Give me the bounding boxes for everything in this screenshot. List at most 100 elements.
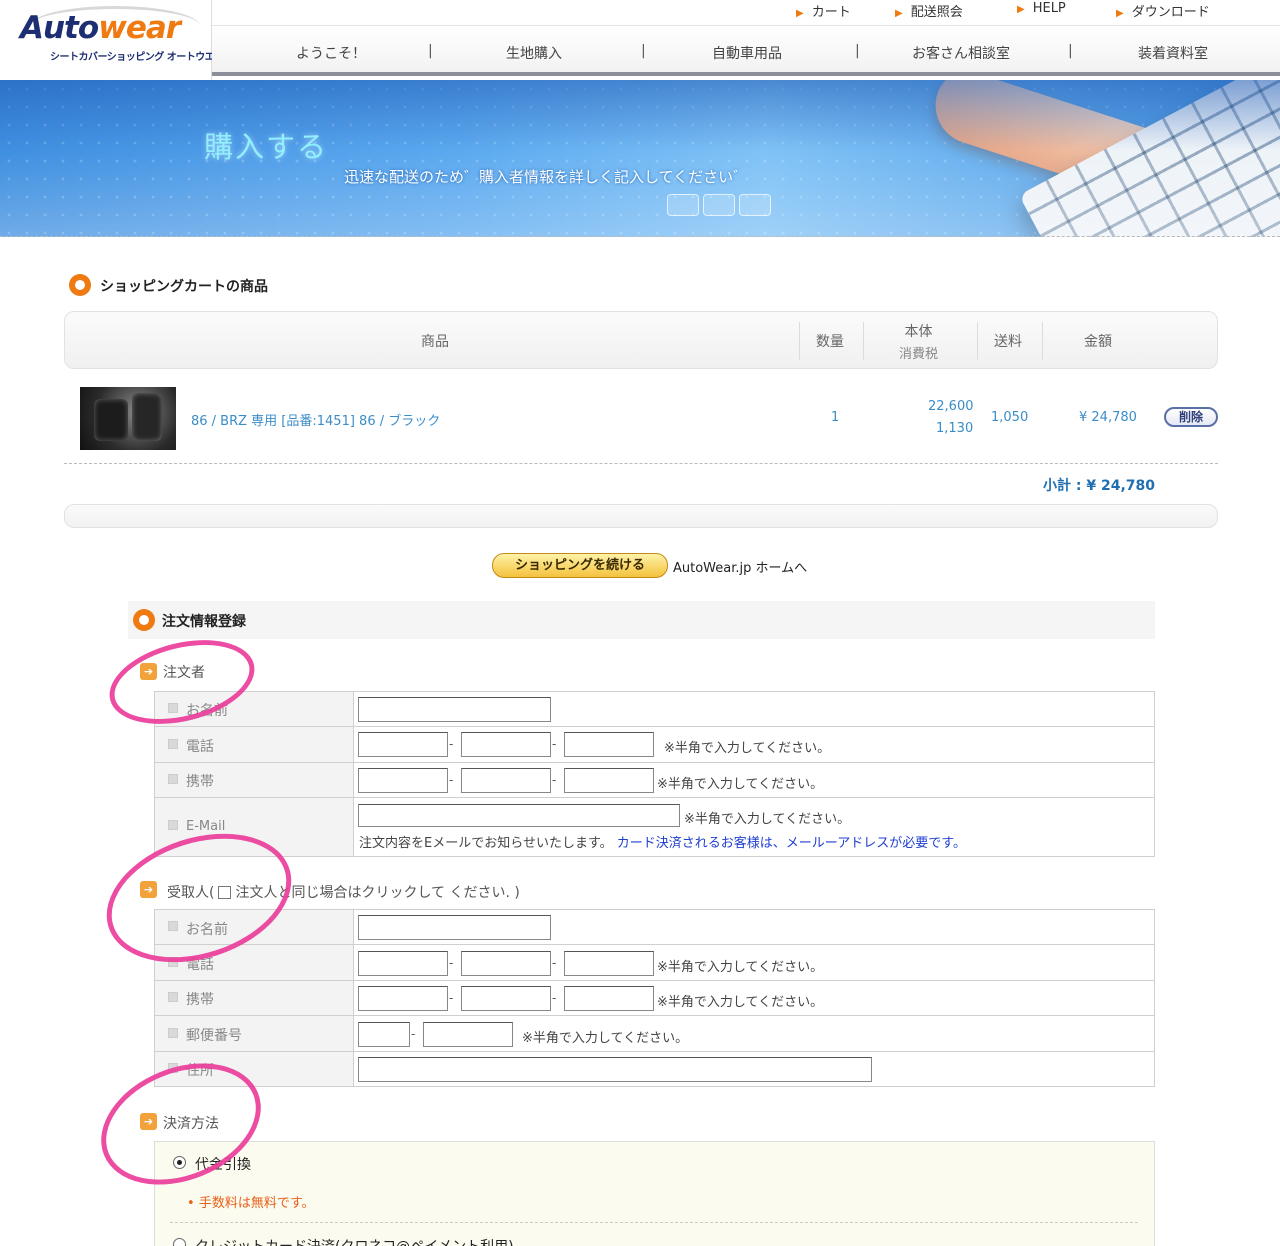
nav-welcome[interactable]: ようこそ！ (296, 43, 366, 63)
orderer-phone-row: 電話 - - ※半角で入力してください。 (154, 727, 1155, 763)
orderer-phone-input-3[interactable] (564, 732, 654, 757)
email-note: 注文内容をEメールでお知らせいたします。 カード決済されるお客様は、メールーアド… (359, 836, 966, 851)
continue-shopping-button[interactable]: ショッピングを続ける (492, 553, 668, 578)
recipient-mobile-input-1[interactable] (358, 986, 448, 1011)
recipient-phone-input-2[interactable] (461, 951, 551, 976)
cart-table-header: 商品 数量 本体 消費税 送料 金額 (64, 311, 1218, 369)
item-quantity: 1 (831, 410, 840, 425)
toplink-delivery[interactable]: ▶ 配送照会 (895, 1, 963, 20)
order-section-title: 注文情報登録 (162, 614, 246, 630)
main-nav: ようこそ！ | 生地購入 | 自動車用品 | お客さん相談室 | 装着資料室 (212, 27, 1280, 76)
col-divider (799, 322, 800, 360)
site-header: Autowear シートカバーショッピング オートウエア ▶ カート ▶ 配送照会 … (0, 0, 1280, 80)
recipient-mobile-input-3[interactable] (564, 986, 654, 1011)
bullet-icon (168, 703, 178, 713)
field-label-cell: 住所 (154, 1052, 354, 1086)
logo-wordmark: Autowear (20, 10, 181, 46)
col-shipping: 送料 (994, 334, 1022, 350)
nav-separator: | (1068, 43, 1073, 59)
payment-cod-fee-note: • 手数料は無料です。 (187, 1196, 315, 1211)
toplink-help[interactable]: ▶ HELP (1017, 1, 1066, 16)
orderer-phone-label: 電話 (186, 739, 214, 755)
orderer-phone-input-1[interactable] (358, 732, 448, 757)
nav-car-goods[interactable]: 自動車用品 (712, 43, 782, 63)
nav-separator: | (855, 43, 860, 59)
home-link[interactable]: AutoWear.jp ホームへ (673, 557, 807, 576)
recipient-name-input[interactable] (358, 915, 551, 940)
cart-subtotal: 小計 : ¥ 24,780 (1043, 478, 1155, 494)
half-width-note: ※半角で入力してください。 (522, 1031, 689, 1046)
recipient-phone-input-3[interactable] (564, 951, 654, 976)
same-as-orderer-checkbox[interactable] (218, 886, 232, 899)
orange-ring-icon (69, 274, 91, 296)
orderer-mobile-input-2[interactable] (461, 768, 551, 793)
order-section-header (128, 601, 1155, 639)
site-logo[interactable]: Autowear シートカバーショッピング オートウエア (0, 0, 224, 80)
recipient-postal-input-1[interactable] (358, 1022, 410, 1047)
payment-divider (170, 1222, 1138, 1223)
cart-divider (64, 463, 1218, 464)
toplink-download[interactable]: ▶ ダウンロード (1116, 1, 1210, 20)
orderer-phone-input-2[interactable] (461, 732, 551, 757)
field-input-cell (354, 910, 1155, 944)
banner-title: 購入する (204, 130, 329, 164)
payment-cod-label[interactable]: 代金引換 (195, 1154, 251, 1174)
recipient-mobile-row: 携帯 - - ※半角で入力してください。 (154, 981, 1155, 1016)
field-input-cell: - - ※半角で入力してください。 (354, 763, 1155, 797)
field-label-cell: お名前 (154, 692, 354, 726)
triangle-right-icon: ▶ (1116, 8, 1124, 19)
nav-install-docs[interactable]: 装着資料室 (1138, 43, 1208, 63)
arrow-right-box-icon: ➔ (140, 663, 157, 680)
bullet-icon (168, 957, 178, 967)
triangle-right-icon: ▶ (895, 8, 903, 19)
orderer-email-row: E-Mail ※半角で入力してください。 注文内容をEメールでお知らせいたします… (154, 798, 1155, 857)
col-divider (863, 322, 864, 360)
bullet-icon (168, 1063, 178, 1073)
logo-tagline: シートカバーショッピング オートウエア (50, 52, 224, 63)
product-thumbnail[interactable] (80, 387, 176, 450)
half-width-note: ※半角で入力してください。 (664, 741, 831, 756)
product-name-link[interactable]: 86 / BRZ 専用 [品番:1451] 86 / ブラック (191, 410, 440, 429)
field-input-cell: ※半角で入力してください。 注文内容をEメールでお知らせいたします。 カード決済… (354, 798, 1155, 856)
nav-support[interactable]: お客さん相談室 (912, 43, 1010, 63)
col-price: 本体 消費税 (899, 324, 939, 362)
arrow-right-box-icon: ➔ (140, 1113, 157, 1130)
payment-card-radio[interactable] (173, 1238, 186, 1246)
field-input-cell: - - ※半角で入力してください。 (354, 945, 1155, 980)
recipient-phone-input-1[interactable] (358, 951, 448, 976)
orderer-name-input[interactable] (358, 697, 551, 722)
half-width-note: ※半角で入力してください。 (657, 995, 824, 1010)
bullet-icon (168, 1028, 178, 1038)
orderer-mobile-input-3[interactable] (564, 768, 654, 793)
col-quantity: 数量 (816, 334, 844, 350)
orderer-mobile-input-1[interactable] (358, 768, 448, 793)
recipient-address-input[interactable] (358, 1057, 872, 1082)
recipient-postal-input-2[interactable] (423, 1022, 513, 1047)
field-label-cell: 携帯 (154, 981, 354, 1015)
field-label-cell: 携帯 (154, 763, 354, 797)
recipient-phone-label: 電話 (186, 957, 214, 973)
toplink-cart[interactable]: ▶ カート (796, 1, 851, 20)
delete-item-button[interactable]: 削除 (1164, 407, 1218, 427)
field-label-cell: お名前 (154, 910, 354, 944)
cart-table-footer (64, 504, 1218, 528)
payment-card-label[interactable]: クレジットカード決済(クロネコ@ペイメント利用) (195, 1236, 514, 1246)
banner-glow (0, 80, 1280, 237)
recipient-mobile-input-2[interactable] (461, 986, 551, 1011)
recipient-heading: 受取人(注文人と同じ場合はクリックして ください. ) (167, 885, 520, 901)
orderer-email-input[interactable] (358, 804, 680, 827)
same-as-orderer-label: 注文人と同じ場合はクリックして ください. ) (235, 885, 520, 901)
nav-fabric[interactable]: 生地購入 (506, 43, 562, 63)
field-input-cell: - - ※半角で入力してください。 (354, 981, 1155, 1015)
half-width-note: ※半角で入力してください。 (684, 812, 851, 827)
orderer-name-row: お名前 (154, 692, 1155, 727)
recipient-table: お名前 電話 - - ※半角で入力してください。 携帯 - - ※半角で入力して… (154, 909, 1155, 1087)
triangle-right-icon: ▶ (796, 8, 804, 19)
orderer-mobile-row: 携帯 - - ※半角で入力してください。 (154, 763, 1155, 798)
banner-decor-box (739, 194, 771, 216)
banner-subtitle: 迅速な配送のため゛購入者情報を詳しく記入してください゛ (344, 168, 749, 186)
bullet-icon (168, 739, 178, 749)
orange-ring-icon (133, 609, 155, 631)
payment-cod-radio[interactable] (173, 1156, 186, 1169)
field-label-cell: 電話 (154, 945, 354, 980)
